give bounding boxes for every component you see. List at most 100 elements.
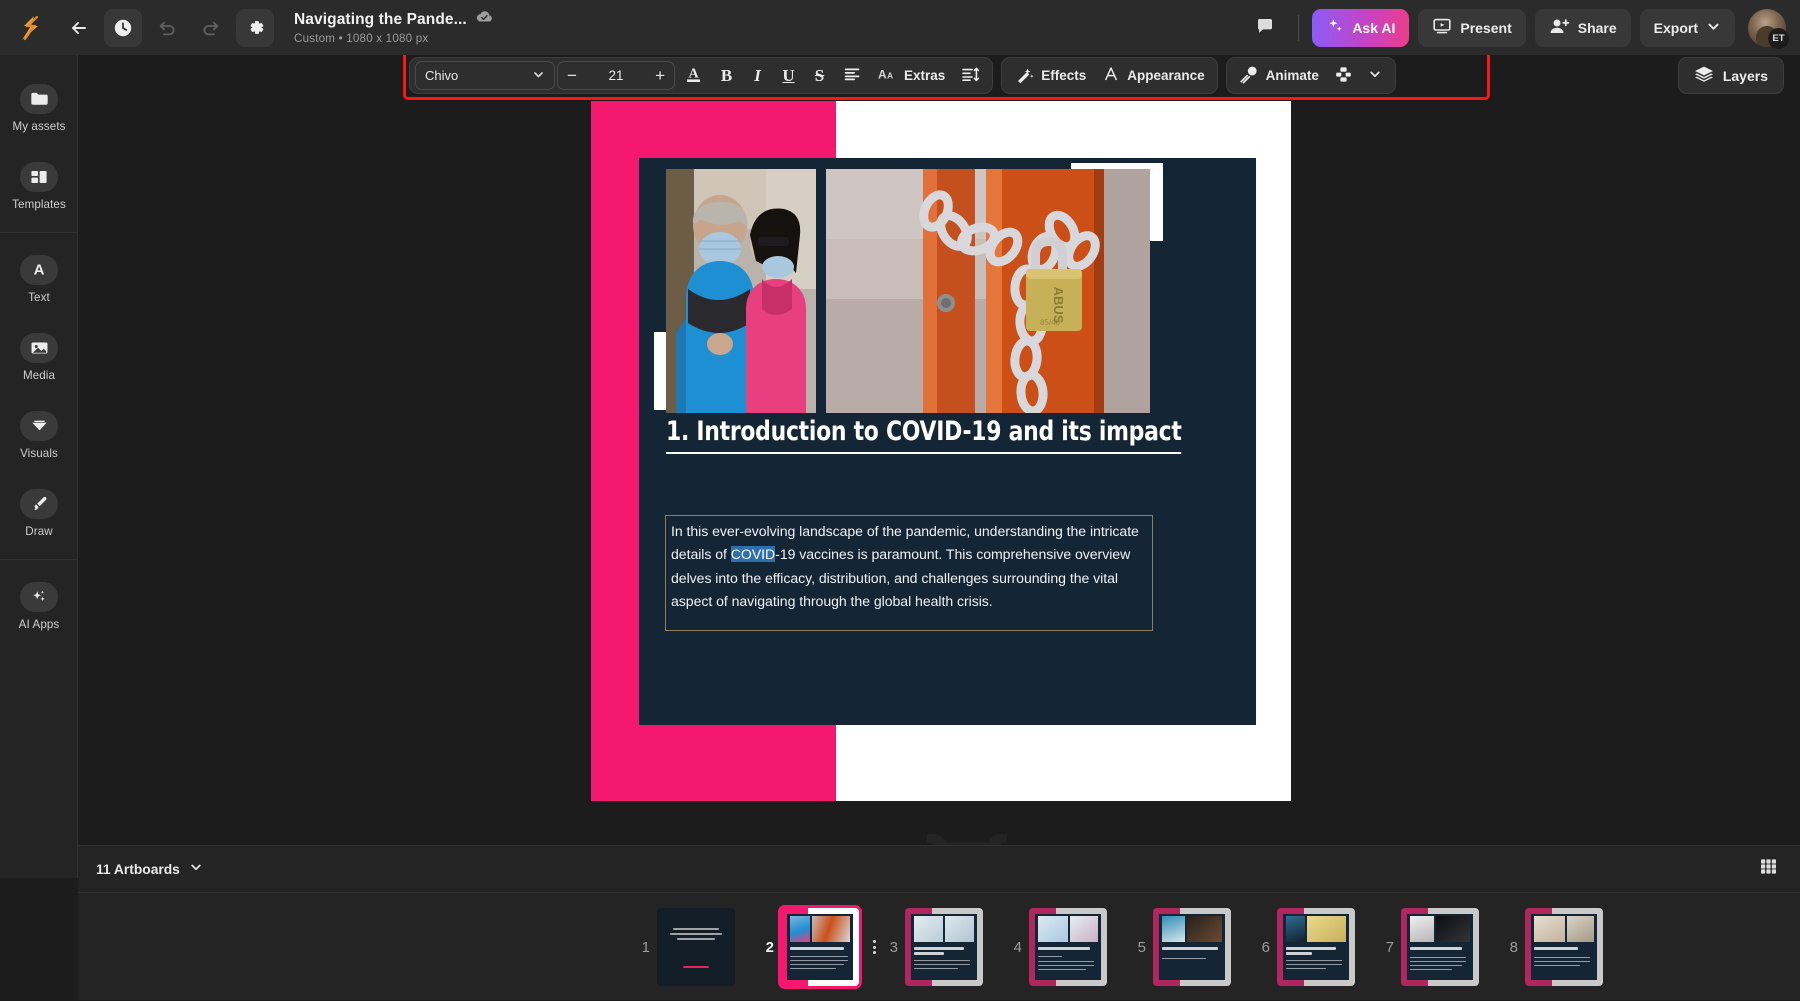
artboard-thumbnail[interactable]: 6 [1254,903,1378,991]
more-vertical-icon[interactable] [873,940,876,954]
font-family-value: Chivo [425,68,532,83]
font-size-value[interactable]: 21 [608,68,623,83]
thumbnail-preview[interactable] [1401,908,1479,986]
photo-padlock-chain[interactable]: ABUS 85/40 [826,169,1150,413]
slide-frame[interactable]: ABUS 85/40 1. Introduction to COVID-19 a… [639,158,1256,725]
underline-button[interactable]: U [774,61,803,90]
snappa-logo-icon[interactable] [14,9,48,47]
artboard-thumbnail[interactable]: 1 [634,903,758,991]
slide-body-text[interactable]: In this ever-evolving landscape of the p… [671,520,1147,614]
thumbnail-preview[interactable] [1153,908,1231,986]
present-screen-icon [1432,17,1452,38]
thumbnail-images [1286,916,1346,942]
grid-view-icon [1760,858,1777,880]
chevron-down-icon [1706,19,1721,37]
animate-chevron-button[interactable] [1361,61,1390,90]
share-button[interactable]: Share [1535,9,1631,47]
artboards-dropdown[interactable]: 11 Artboards [96,860,203,879]
grid-view-button[interactable] [1754,855,1782,883]
thumbnail-images [1038,916,1098,942]
sidebar-item-templates[interactable]: Templates [0,147,78,225]
layers-button[interactable]: Layers [1678,57,1784,94]
artboard-thumbnail[interactable]: 4 [1006,903,1130,991]
thumbnail-preview[interactable] [905,908,983,986]
sidebar-item-media[interactable]: Media [0,318,78,396]
thumbnail-slide [1035,914,1101,980]
artboard[interactable]: ABUS 85/40 1. Introduction to COVID-19 a… [591,101,1291,801]
gear-icon[interactable] [236,9,274,47]
strikethrough-button[interactable]: S [805,61,834,90]
avatar[interactable]: ET [1748,9,1786,47]
text-align-button[interactable] [836,61,868,90]
thumbnail-preview[interactable] [1029,908,1107,986]
thumbnail-preview[interactable] [657,908,735,986]
back-arrow-icon[interactable] [60,9,98,47]
sidebar-item-label: Media [23,369,55,382]
thumbnail-images [1162,916,1222,942]
thumbnail-line [1038,969,1086,970]
effects-button[interactable]: Effects [1007,61,1093,90]
redo-icon[interactable] [192,9,230,47]
sidebar-item-visuals[interactable]: Visuals [0,396,78,474]
present-button[interactable]: Present [1418,9,1525,47]
comments-button[interactable] [1245,9,1285,47]
thumbnail-image [1038,916,1068,942]
canvas-area[interactable]: ABUS 85/40 1. Introduction to COVID-19 a… [78,55,1800,845]
svg-text:A: A [887,70,893,80]
thumbnail-line [1162,958,1206,959]
thumbnail-preview[interactable] [1277,908,1355,986]
thumbnail-slide [1531,914,1597,980]
thumbnail-image [1286,916,1305,942]
text-color-button[interactable]: A [677,61,710,90]
italic-button[interactable]: I [743,61,772,90]
font-size-decrease-button[interactable]: − [567,67,577,84]
thumbnail-line [1410,965,1462,966]
sidebar-item-label: Draw [25,525,52,538]
font-family-select[interactable]: Chivo [415,61,555,90]
sidebar-item-my-assets[interactable]: My assets [0,69,78,147]
animate-group-button[interactable] [1328,61,1359,90]
photo-masked-people[interactable] [666,169,816,413]
sidebar-item-draw[interactable]: Draw [0,474,78,552]
thumbnail-preview[interactable] [781,908,859,986]
avatar-initials: ET [1768,28,1789,49]
artboard-thumbnail-active[interactable]: 2 [758,903,882,991]
line-spacing-icon [961,66,980,86]
undo-icon[interactable] [148,9,186,47]
artboards-count-label: 11 Artboards [96,862,180,877]
font-size-increase-button[interactable]: + [655,67,665,84]
thumbnail-images [914,916,974,942]
outline-a-icon [1102,65,1120,86]
artboard-thumbnail[interactable]: 3 [882,903,1006,991]
thumbnail-line [1038,961,1094,962]
thumbnail-image [1436,916,1470,942]
bold-button[interactable]: B [712,61,741,90]
font-size-stepper[interactable]: − 21 + [557,61,675,90]
artboard-thumbnail-strip[interactable]: 1 2 [78,893,1800,1001]
page-title[interactable]: Navigating the Pande... [294,11,467,29]
export-button[interactable]: Export [1640,9,1735,47]
sidebar-item-ai-apps[interactable]: AI Apps [0,567,78,645]
collapse-panel-button[interactable] [939,842,995,845]
artboard-thumbnail[interactable]: 7 [1378,903,1502,991]
artboard-thumbnail[interactable]: 5 [1130,903,1254,991]
extras-button[interactable]: A A Extras [870,61,952,90]
slide-title[interactable]: 1. Introduction to COVID-19 and its impa… [666,416,1182,454]
thumbnail-line [790,964,844,965]
appearance-button[interactable]: Appearance [1095,61,1211,90]
sidebar-divider [0,232,77,233]
artboard-thumbnail[interactable]: 8 [1502,903,1626,991]
thumbnail-line [1534,961,1590,962]
thumbnail-preview[interactable] [1525,908,1603,986]
document-dimensions: Custom • 1080 x 1080 px [294,32,493,45]
animate-button[interactable]: Animate [1232,61,1326,90]
ask-ai-button[interactable]: Ask AI [1312,9,1409,47]
line-spacing-button[interactable] [954,61,987,90]
thumbnail-line [1038,956,1062,957]
sidebar-item-text[interactable]: A Text [0,240,78,318]
aa-case-icon: A A [877,66,897,85]
clock-history-icon[interactable] [104,9,142,47]
svg-text:A: A [688,66,699,81]
slide-textbox[interactable]: In this ever-evolving landscape of the p… [665,515,1153,631]
header-actions: Ask AI Present Share E [1245,9,1786,47]
